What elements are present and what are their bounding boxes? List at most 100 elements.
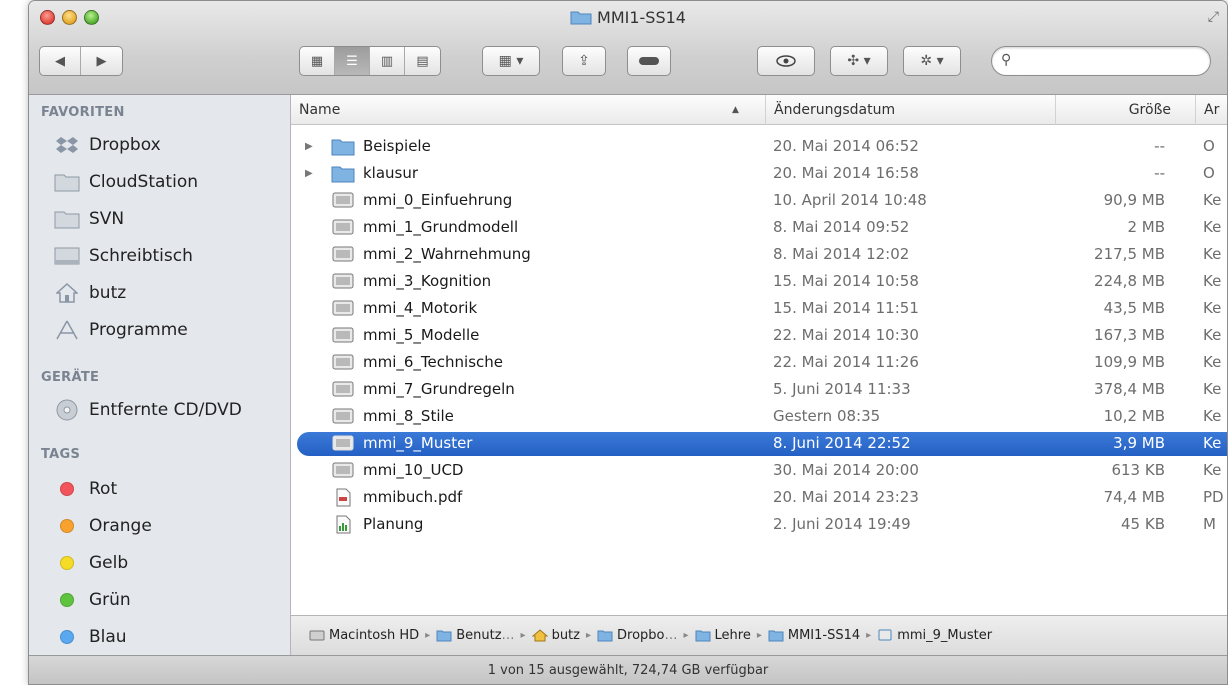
coverflow-icon: ▤ xyxy=(416,53,429,69)
file-date: 8. Juni 2014 22:52 xyxy=(773,434,911,452)
path-item-label: Macintosh HD xyxy=(329,628,420,643)
icon-view-button[interactable]: ▦ xyxy=(300,47,335,75)
file-date: 15. Mai 2014 10:58 xyxy=(773,272,919,290)
file-row[interactable]: mmi_8_Stile Gestern 08:35 10,2 MB Ke xyxy=(291,404,1227,429)
folder-icon xyxy=(695,630,711,642)
tags-button[interactable] xyxy=(627,46,671,76)
file-size: 45 KB xyxy=(1121,515,1165,533)
path-item-label: MMI1-SS14 xyxy=(787,628,861,643)
path-item-lehre[interactable]: Lehre xyxy=(695,628,751,643)
disc-icon xyxy=(53,399,81,421)
file-size: 167,3 MB xyxy=(1094,326,1165,344)
file-row[interactable]: mmi_4_Motorik 15. Mai 2014 11:51 43,5 MB… xyxy=(291,296,1227,321)
file-row[interactable]: mmi_6_Technische 22. Mai 2014 11:26 109,… xyxy=(291,350,1227,375)
toolbar: MMI1-SS14 ⤢ ◀ ▶ ▦ ☰ ▥ ▤ ▦ ▾ ⇪ ✣ ▾ ✲ ▾ ⚲ xyxy=(29,1,1227,95)
quick-look-button[interactable] xyxy=(757,46,815,76)
file-row[interactable]: mmibuch.pdf 20. Mai 2014 23:23 74,4 MB P… xyxy=(291,485,1227,510)
home-icon xyxy=(531,629,548,642)
column-header-kind[interactable]: Ar xyxy=(1195,95,1227,125)
file-date: 8. Mai 2014 09:52 xyxy=(773,218,910,236)
file-row[interactable]: mmi_2_Wahrnehmung 8. Mai 2014 12:02 217,… xyxy=(291,242,1227,267)
keynote-icon xyxy=(332,327,354,343)
file-date: 22. Mai 2014 11:26 xyxy=(773,353,919,371)
file-date: 5. Juni 2014 11:33 xyxy=(773,380,911,398)
arrange-button[interactable]: ▦ ▾ xyxy=(482,46,540,76)
keynote-icon xyxy=(332,408,354,424)
file-row[interactable]: mmi_1_Grundmodell 8. Mai 2014 09:52 2 MB… xyxy=(291,215,1227,240)
sidebar-item-label: butz xyxy=(89,283,127,303)
keynote-icon xyxy=(332,354,354,370)
sidebar-item-label: CloudStation xyxy=(89,172,198,192)
file-row[interactable]: ▶ Beispiele 20. Mai 2014 06:52 -- O xyxy=(291,134,1227,159)
search-field[interactable]: ⚲ xyxy=(991,46,1211,76)
action-menu-button[interactable]: ✲ ▾ xyxy=(903,46,961,76)
tag-color-dot xyxy=(60,556,74,570)
file-row[interactable]: mmi_5_Modelle 22. Mai 2014 10:30 167,3 M… xyxy=(291,323,1227,348)
keynote-icon xyxy=(878,629,892,641)
sidebar-item-label: SVN xyxy=(89,209,125,229)
path-separator-icon: ▸ xyxy=(866,630,872,641)
file-kind: O xyxy=(1203,137,1215,155)
path-item-butz[interactable]: butz xyxy=(531,628,580,643)
sidebar-tag-blau[interactable]: Blau xyxy=(53,623,283,651)
file-row[interactable]: mmi_3_Kognition 15. Mai 2014 10:58 224,8… xyxy=(291,269,1227,294)
sidebar-item-remote-disc[interactable]: Entfernte CD/DVD xyxy=(53,396,283,424)
sidebar-item-dropbox[interactable]: Dropbox xyxy=(53,131,283,159)
file-row-selected[interactable]: mmi_9_Muster 8. Juni 2014 22:52 3,9 MB K… xyxy=(291,431,1227,456)
sidebar-item-svn[interactable]: SVN xyxy=(53,205,283,233)
sidebar-item-programme[interactable]: Programme xyxy=(53,316,283,344)
sidebar-tag-gelb[interactable]: Gelb xyxy=(53,549,283,577)
list-icon: ☰ xyxy=(346,53,358,69)
file-name: mmi_3_Kognition xyxy=(363,272,492,290)
path-item-mmi1-ss14[interactable]: MMI1-SS14 xyxy=(768,628,860,643)
disclosure-triangle-icon[interactable]: ▶ xyxy=(305,134,313,159)
path-item-benutzer[interactable]: Benutz… xyxy=(436,628,515,643)
file-size: 74,4 MB xyxy=(1103,488,1165,506)
sidebar-tag-rot[interactable]: Rot xyxy=(53,475,283,503)
sidebar-item-cloudstation[interactable]: CloudStation xyxy=(53,168,283,196)
column-view-button[interactable]: ▥ xyxy=(370,47,405,75)
file-size: 2 MB xyxy=(1127,218,1165,236)
search-input[interactable] xyxy=(1020,51,1200,71)
fullscreen-icon[interactable]: ⤢ xyxy=(1208,9,1219,25)
coverflow-view-button[interactable]: ▤ xyxy=(405,47,440,75)
file-row[interactable]: mmi_10_UCD 30. Mai 2014 20:00 613 KB Ke xyxy=(291,458,1227,483)
tag-color-dot xyxy=(60,482,74,496)
path-item-mmi9-muster[interactable]: mmi_9_Muster xyxy=(877,628,992,643)
file-row[interactable]: ▶ klausur 20. Mai 2014 16:58 -- O xyxy=(291,161,1227,186)
file-row[interactable]: mmi_0_Einfuehrung 10. April 2014 10:48 9… xyxy=(291,188,1227,213)
sidebar-item-butz[interactable]: butz xyxy=(53,279,283,307)
disclosure-triangle-icon[interactable]: ▶ xyxy=(305,161,313,186)
tag-color-dot xyxy=(60,593,74,607)
file-kind: Ke xyxy=(1203,407,1222,425)
forward-button[interactable]: ▶ xyxy=(81,47,122,75)
column-header-modified[interactable]: Änderungsdatum xyxy=(765,95,1055,125)
file-kind: Ke xyxy=(1203,434,1222,452)
file-row[interactable]: mmi_7_Grundregeln 5. Juni 2014 11:33 378… xyxy=(291,377,1227,402)
file-size: 90,9 MB xyxy=(1103,191,1165,209)
file-size: 224,8 MB xyxy=(1094,272,1165,290)
path-item-dropbox[interactable]: Dropbo… xyxy=(597,628,678,643)
sidebar-item-schreibtisch[interactable]: Schreibtisch xyxy=(53,242,283,270)
column-header-size[interactable]: Größe xyxy=(1055,95,1195,125)
file-date: 20. Mai 2014 16:58 xyxy=(773,164,919,182)
back-button[interactable]: ◀ xyxy=(40,47,82,75)
share-button[interactable]: ⇪ xyxy=(562,46,606,76)
file-row[interactable]: Planung 2. Juni 2014 19:49 45 KB M xyxy=(291,512,1227,537)
arrange-icon: ▦ ▾ xyxy=(498,53,524,69)
sidebar-item-label: Programme xyxy=(89,320,188,340)
sidebar-tag-gruen[interactable]: Grün xyxy=(53,586,283,614)
folder-icon xyxy=(331,166,355,183)
path-item-macintosh-hd[interactable]: Macintosh HD xyxy=(309,628,419,643)
sidebar-tag-orange[interactable]: Orange xyxy=(53,512,283,540)
hard-drive-icon xyxy=(309,630,325,641)
column-header-name[interactable]: Name xyxy=(291,95,761,125)
file-name: mmi_0_Einfuehrung xyxy=(363,191,513,209)
dropbox-menu-button[interactable]: ✣ ▾ xyxy=(830,46,888,76)
keynote-icon xyxy=(332,192,354,208)
file-name: mmi_2_Wahrnehmung xyxy=(363,245,531,263)
list-view-button[interactable]: ☰ xyxy=(335,47,370,75)
tag-color-dot xyxy=(60,630,74,644)
keynote-icon xyxy=(332,462,354,478)
file-name: Beispiele xyxy=(363,137,431,155)
